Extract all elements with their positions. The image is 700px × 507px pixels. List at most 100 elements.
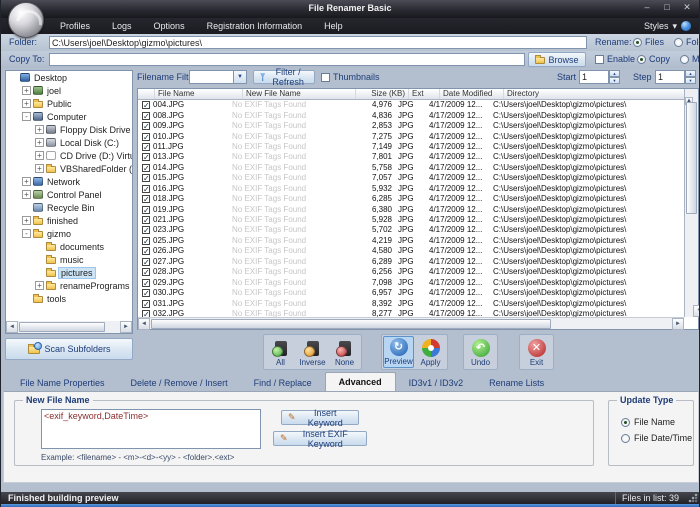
tree-item-tools[interactable]: tools [6,292,132,305]
resize-grip[interactable] [688,493,698,503]
filter-refresh-button[interactable]: Filter / Refresh [253,70,315,84]
maximize-icon[interactable]: □ [661,2,673,13]
scrollbar-thumb[interactable] [151,319,551,329]
dropdown-arrow-icon[interactable]: ▼ [233,71,246,83]
table-row[interactable]: 015.JPGNo EXIF Tags Found7,057JPG4/17/20… [138,173,698,183]
table-row[interactable]: 027.JPGNo EXIF Tags Found6,289JPG4/17/20… [138,257,698,267]
tab-id3v1-id3v2[interactable]: ID3v1 / ID3v2 [396,375,477,391]
action-button-exit[interactable]: ✕Exit [521,336,552,368]
tree-item-vbsharedfolder-vboxsvr-2[interactable]: +VBSharedFolder (\\vboxsvr) (2 [6,162,132,175]
menu-item-help[interactable]: Help [313,18,354,34]
table-row[interactable]: 021.JPGNo EXIF Tags Found5,928JPG4/17/20… [138,215,698,225]
column-header-directory[interactable]: Directory [504,89,685,99]
column-header-new-file-name[interactable]: New File Name [243,89,356,99]
tree-item-music[interactable]: music [6,253,132,266]
rename-option-files[interactable]: Files [633,37,664,47]
browse-button[interactable]: Browse [528,52,586,67]
tree-item-public[interactable]: +Public [6,97,132,110]
scan-subfolders-button[interactable]: Scan Subfolders [5,338,133,360]
scroll-right-icon[interactable]: ► [120,321,132,333]
menu-item-options[interactable]: Options [143,18,196,34]
table-row[interactable]: 025.JPGNo EXIF Tags Found4,219JPG4/17/20… [138,236,698,246]
table-row[interactable]: 016.JPGNo EXIF Tags Found5,932JPG4/17/20… [138,184,698,194]
table-row[interactable]: 029.JPGNo EXIF Tags Found7,098JPG4/17/20… [138,277,698,287]
tree-expander-plus-icon[interactable]: + [22,86,31,95]
close-icon[interactable]: ✕ [681,2,693,13]
tree-item-desktop[interactable]: Desktop [6,71,132,84]
spin-down-icon[interactable]: ▼ [609,77,620,84]
menu-item-registration-information[interactable]: Registration Information [196,18,314,34]
scrollbar-thumb[interactable] [686,102,697,214]
start-stepper[interactable]: ▲ ▼ [609,70,620,84]
styles-menu[interactable]: Styles ▾ [644,21,699,32]
tree-item-recycle-bin[interactable]: Recycle Bin [6,201,132,214]
tree-item-gizmo[interactable]: -gizmo [6,227,132,240]
tree-item-cd-drive-d-virtualbox-guest[interactable]: +CD Drive (D:) VirtualBox Guest [6,149,132,162]
table-row[interactable]: 013.JPGNo EXIF Tags Found7,801JPG4/17/20… [138,152,698,162]
update-type-option-file-date-time[interactable]: File Date/Time [621,433,692,443]
table-row[interactable]: 030.JPGNo EXIF Tags Found6,957JPG4/17/20… [138,288,698,298]
row-checkbox-checked-icon[interactable] [142,216,150,224]
row-checkbox-checked-icon[interactable] [142,185,150,193]
row-checkbox-checked-icon[interactable] [142,122,150,130]
step-stepper[interactable]: ▲ ▼ [685,70,696,84]
tab-delete-remove-insert[interactable]: Delete / Remove / Insert [118,375,241,391]
column-header-ext[interactable]: Ext [409,89,440,99]
tree-expander-plus-icon[interactable]: + [22,177,31,186]
row-checkbox-checked-icon[interactable] [142,237,150,245]
tree-item-network[interactable]: +Network [6,175,132,188]
row-checkbox-checked-icon[interactable] [142,101,150,109]
row-checkbox-checked-icon[interactable] [142,206,150,214]
table-row[interactable]: 028.JPGNo EXIF Tags Found6,256JPG4/17/20… [138,267,698,277]
filename-filter-combo[interactable]: ▼ [189,70,247,84]
tab-file-name-properties[interactable]: File Name Properties [7,375,118,391]
table-row[interactable]: 014.JPGNo EXIF Tags Found5,758JPG4/17/20… [138,163,698,173]
table-row[interactable]: 023.JPGNo EXIF Tags Found5,702JPG4/17/20… [138,225,698,235]
tree-expander-minus-icon[interactable]: - [22,229,31,238]
table-row[interactable]: 026.JPGNo EXIF Tags Found4,580JPG4/17/20… [138,246,698,256]
row-checkbox-checked-icon[interactable] [142,226,150,234]
tree-item-pictures[interactable]: pictures [6,266,132,279]
table-horizontal-scrollbar[interactable]: ◄ ► [138,317,684,329]
tab-rename-lists[interactable]: Rename Lists [476,375,557,391]
copyto-input[interactable] [49,53,525,66]
row-checkbox-checked-icon[interactable] [142,268,150,276]
spin-up-icon[interactable]: ▲ [609,70,620,77]
row-checkbox-checked-icon[interactable] [142,133,150,141]
enable-checkbox[interactable]: Enable [595,54,635,64]
table-row[interactable]: 011.JPGNo EXIF Tags Found7,149JPG4/17/20… [138,142,698,152]
tree-item-finished[interactable]: +finished [6,214,132,227]
tree-item-renameprograms[interactable]: +renamePrograms [6,279,132,292]
row-checkbox-checked-icon[interactable] [142,164,150,172]
copymove-option-copy[interactable]: Copy [637,54,670,64]
scrollbar-thumb[interactable] [19,322,105,332]
column-header-date-modified[interactable]: Date Modified [440,89,504,99]
tab-advanced[interactable]: Advanced [325,372,396,391]
row-checkbox-checked-icon[interactable] [142,195,150,203]
action-button-apply[interactable]: Apply [415,336,446,368]
table-row[interactable]: 018.JPGNo EXIF Tags Found6,285JPG4/17/20… [138,194,698,204]
column-header-size-kb[interactable]: Size (KB) [356,89,409,99]
menu-item-profiles[interactable]: Profiles [49,18,101,34]
scroll-left-icon[interactable]: ◄ [138,318,150,330]
table-row[interactable]: 010.JPGNo EXIF Tags Found7,275JPG4/17/20… [138,131,698,141]
update-type-option-file-name[interactable]: File Name [621,417,675,427]
scroll-left-icon[interactable]: ◄ [6,321,18,333]
table-row[interactable]: 009.JPGNo EXIF Tags Found2,853JPG4/17/20… [138,121,698,131]
scroll-down-icon[interactable]: ▼ [693,305,700,317]
insert-exif-keyword-button[interactable]: ✎ Insert EXIF Keyword [273,431,367,446]
tree-expander-plus-icon[interactable]: + [22,216,31,225]
folder-input[interactable] [49,36,587,49]
tree-expander-plus-icon[interactable]: + [35,138,44,147]
tree-expander-minus-icon[interactable]: - [22,112,31,121]
tab-find-replace[interactable]: Find / Replace [241,375,325,391]
copymove-option-move[interactable]: Move [680,54,700,64]
step-input[interactable] [655,70,685,84]
action-button-none[interactable]: None [329,336,360,368]
rename-option-folders[interactable]: Folders [674,37,700,47]
row-checkbox-checked-icon[interactable] [142,112,150,120]
tree-expander-plus-icon[interactable]: + [22,99,31,108]
spin-up-icon[interactable]: ▲ [685,70,696,77]
tree-item-floppy-disk-drive-a[interactable]: +Floppy Disk Drive (A:) [6,123,132,136]
action-button-undo[interactable]: ↶Undo [465,336,496,368]
